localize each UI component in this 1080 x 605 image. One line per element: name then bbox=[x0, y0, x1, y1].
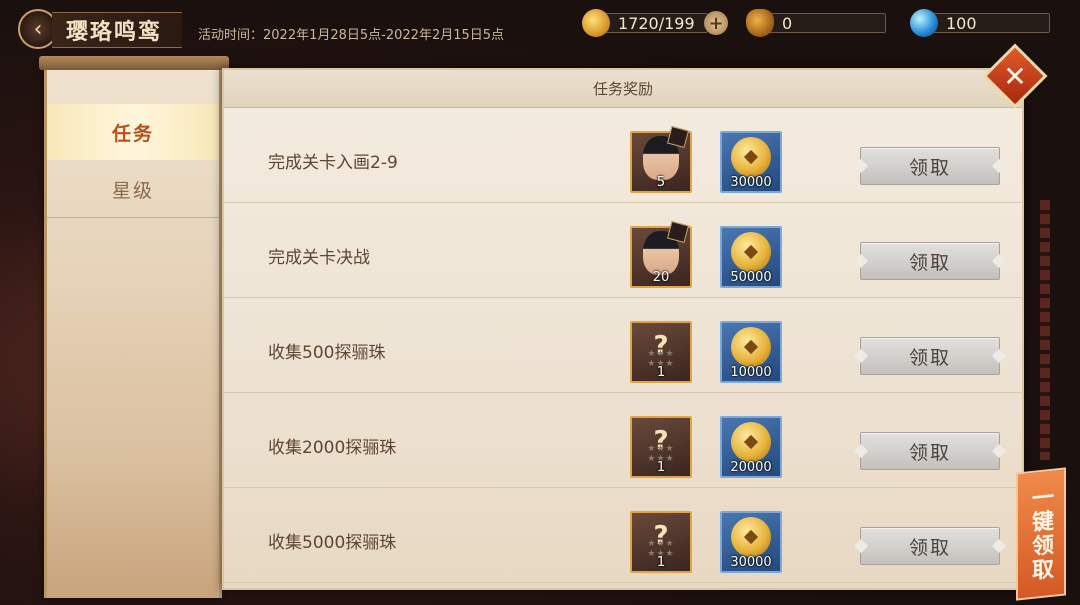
mystery-reward[interactable]: ? ★★★ ★★★ 1 bbox=[630, 511, 692, 573]
page-title: 璎珞鸣鸾 bbox=[66, 19, 163, 45]
reward-quantity: 30000 bbox=[730, 555, 772, 570]
hero-portrait-icon bbox=[643, 125, 690, 180]
task-label: 收集500探骊珠 bbox=[268, 343, 386, 363]
pot-resource: 0 bbox=[746, 9, 886, 37]
reward-quantity: 50000 bbox=[730, 270, 772, 285]
coin-reward[interactable]: 30000 bbox=[720, 511, 782, 573]
golden-pot-icon bbox=[746, 9, 774, 37]
resource-bar bbox=[760, 13, 886, 33]
task-label: 完成关卡决战 bbox=[268, 248, 370, 268]
task-row: 完成关卡决战 20 50000 领取 bbox=[224, 203, 1022, 298]
blue-orb-icon bbox=[910, 9, 938, 37]
tab-tasks[interactable]: 任务 bbox=[47, 104, 219, 160]
tab-star-level[interactable]: 星级 bbox=[47, 162, 219, 218]
task-label: 收集5000探骊珠 bbox=[268, 533, 397, 553]
coin-reward[interactable]: 30000 bbox=[720, 131, 782, 193]
task-row: 完成关卡入画2-9 5 30000 领取 bbox=[224, 108, 1022, 203]
page-title-plate: 璎珞鸣鸾 bbox=[52, 12, 182, 48]
reward-quantity: 20000 bbox=[730, 460, 772, 475]
task-list[interactable]: 完成关卡入画2-9 5 30000 领取 完成关卡决战 20 50000 领取 bbox=[224, 108, 1022, 583]
gold-resource: 1720/199 + bbox=[582, 9, 728, 37]
claim-button[interactable]: 领取 bbox=[860, 337, 1000, 375]
claim-button[interactable]: 领取 bbox=[860, 147, 1000, 185]
add-gold-button[interactable]: + bbox=[704, 11, 728, 35]
coin-reward[interactable]: 10000 bbox=[720, 321, 782, 383]
resource-bar bbox=[924, 13, 1050, 33]
mystery-reward[interactable]: ? ★★★ ★★★ 1 bbox=[630, 416, 692, 478]
reward-quantity: 1 bbox=[656, 460, 666, 475]
pot-value: 0 bbox=[782, 13, 793, 33]
copper-coin-icon bbox=[731, 137, 771, 177]
coin-reward[interactable]: 20000 bbox=[720, 416, 782, 478]
coin-reward[interactable]: 50000 bbox=[720, 226, 782, 288]
chevron-left-icon: ‹ bbox=[33, 16, 43, 42]
decorative-chain bbox=[1040, 200, 1050, 460]
gold-coin-icon bbox=[582, 9, 610, 37]
puzzle-piece-icon bbox=[666, 220, 690, 244]
reward-quantity: 30000 bbox=[730, 175, 772, 190]
reward-quantity: 1 bbox=[656, 365, 666, 380]
task-label: 收集2000探骊珠 bbox=[268, 438, 397, 458]
copper-coin-icon bbox=[731, 422, 771, 462]
activity-time: 活动时间：2022年1月28日5点-2022年2月15日5点 bbox=[198, 28, 505, 43]
task-row: 收集2000探骊珠 ? ★★★ ★★★ 1 20000 领取 bbox=[224, 393, 1022, 488]
claim-button[interactable]: 领取 bbox=[860, 242, 1000, 280]
hero-shard-reward[interactable]: 5 bbox=[630, 125, 692, 193]
puzzle-piece-icon bbox=[666, 125, 690, 149]
reward-quantity: 20 bbox=[652, 270, 670, 285]
orb-value: 100 bbox=[946, 13, 977, 33]
task-row: 收集500探骊珠 ? ★★★ ★★★ 1 10000 领取 bbox=[224, 298, 1022, 393]
orb-resource: 100 bbox=[910, 9, 1050, 37]
reward-quantity: 1 bbox=[656, 555, 666, 570]
mystery-reward[interactable]: ? ★★★ ★★★ 1 bbox=[630, 321, 692, 383]
reward-quantity: 5 bbox=[656, 175, 666, 190]
reward-quantity: 10000 bbox=[730, 365, 772, 380]
hero-shard-reward[interactable]: 20 bbox=[630, 220, 692, 288]
task-row: 收集5000探骊珠 ? ★★★ ★★★ 1 30000 领取 bbox=[224, 488, 1022, 583]
close-icon: ✕ bbox=[1003, 59, 1027, 93]
hero-portrait-icon bbox=[643, 220, 690, 275]
copper-coin-icon bbox=[731, 517, 771, 557]
gold-value: 1720/199 bbox=[618, 13, 695, 33]
top-bar: ‹ 璎珞鸣鸾 活动时间：2022年1月28日5点-2022年2月15日5点 17… bbox=[0, 0, 1080, 50]
task-reward-panel: 任务奖励 完成关卡入画2-9 5 30000 领取 完成关卡决战 20 5000… bbox=[222, 68, 1024, 590]
claim-button[interactable]: 领取 bbox=[860, 527, 1000, 565]
copper-coin-icon bbox=[731, 327, 771, 367]
copper-coin-icon bbox=[731, 232, 771, 272]
claim-all-button[interactable]: 一键领取 bbox=[1016, 467, 1066, 601]
claim-button[interactable]: 领取 bbox=[860, 432, 1000, 470]
tab-scroll: 任务 星级 bbox=[39, 56, 229, 598]
panel-title: 任务奖励 bbox=[224, 70, 1022, 108]
task-label: 完成关卡入画2-9 bbox=[268, 153, 398, 173]
